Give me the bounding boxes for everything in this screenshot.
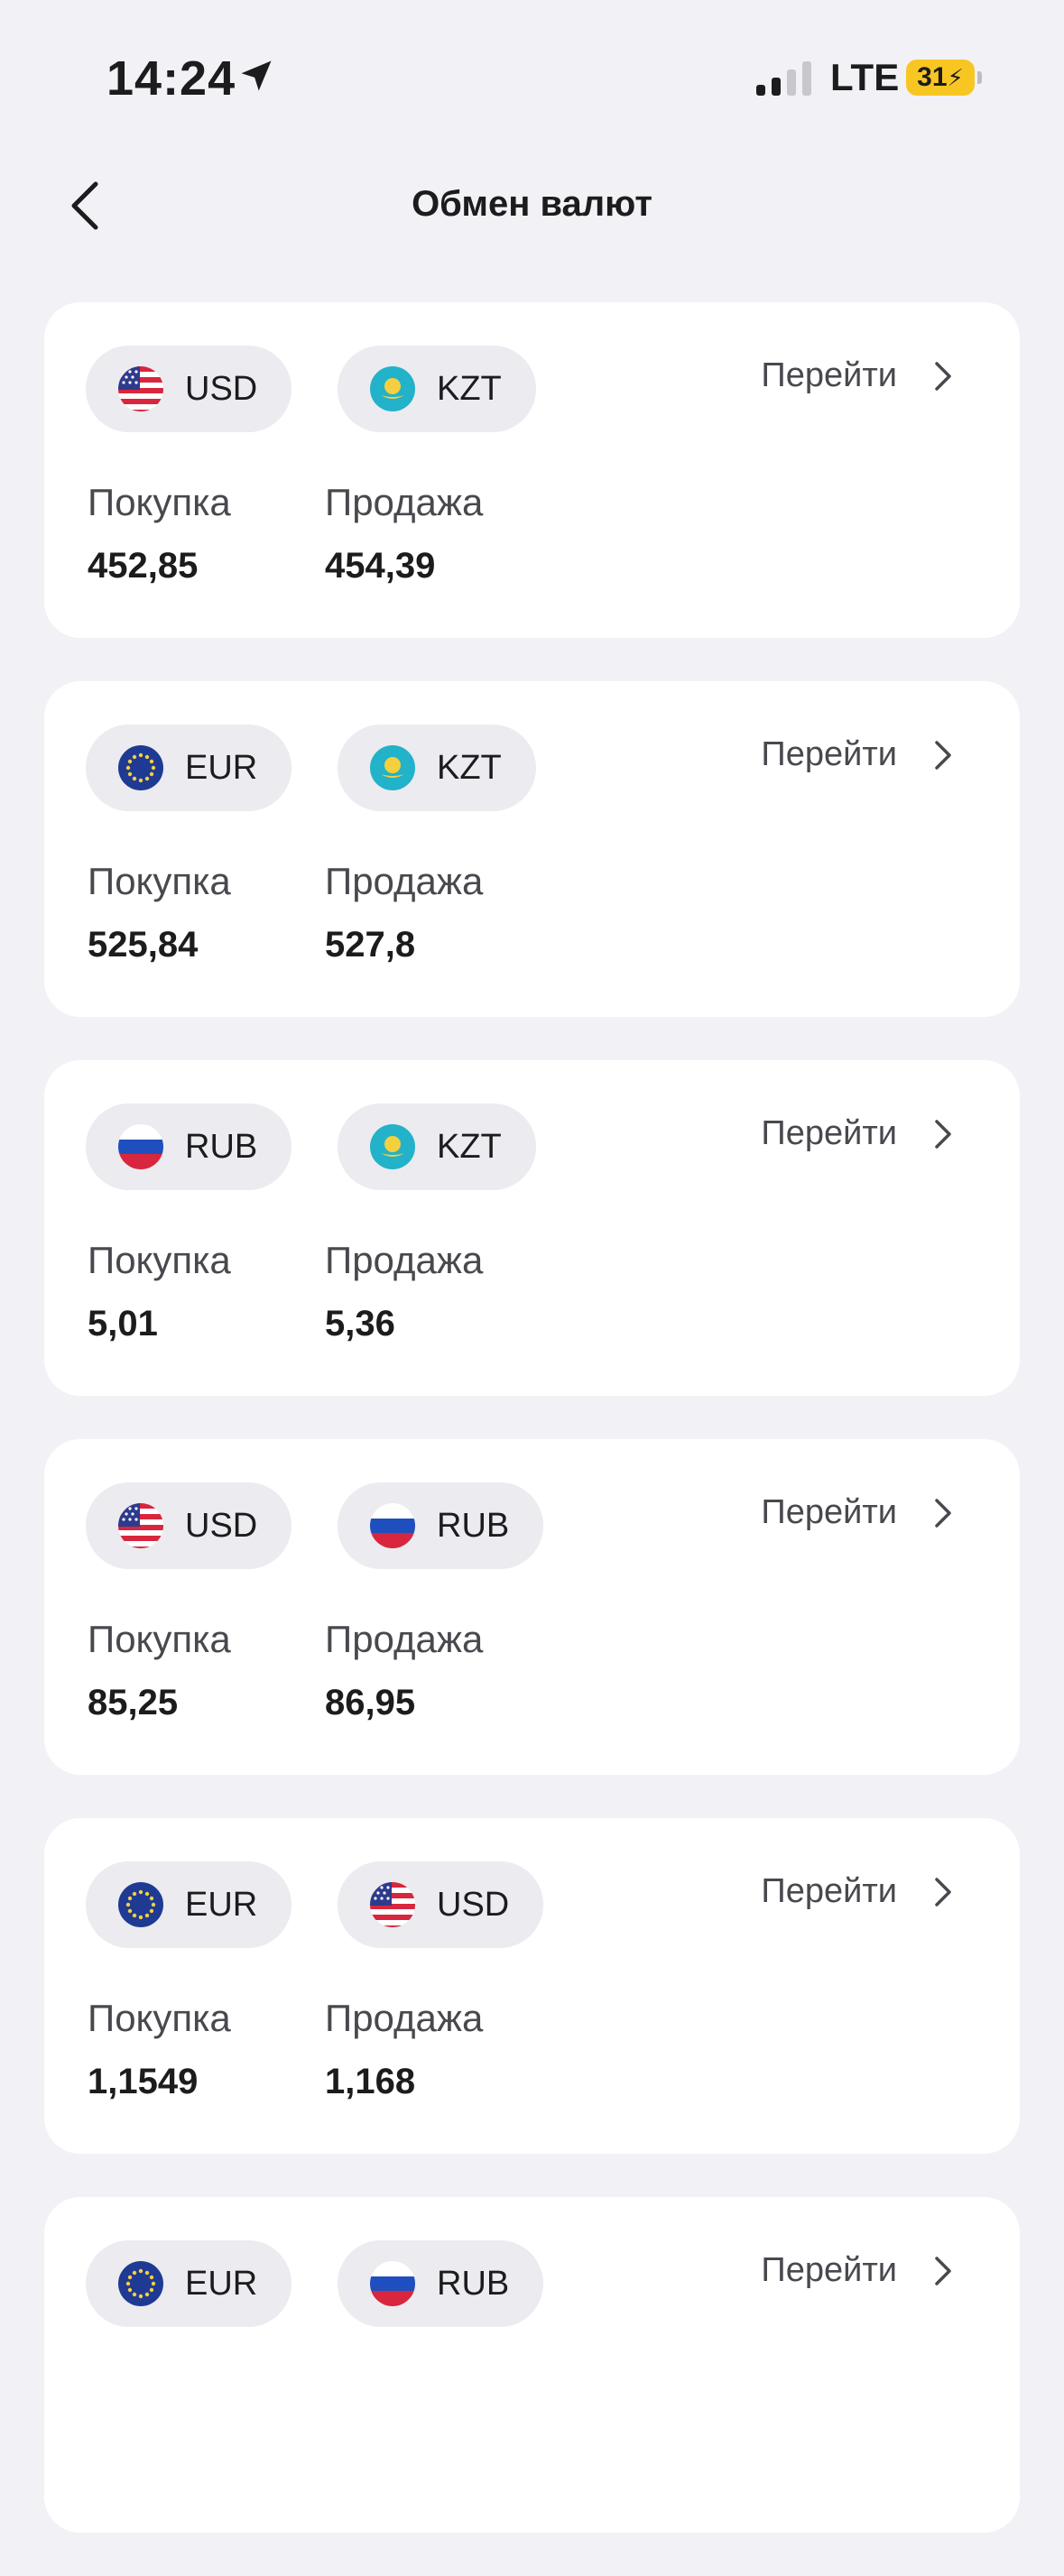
rate-card[interactable]: RUB KZT Перейти Покупка Продажа 5,01 5,3… [44, 1060, 1020, 1396]
currency-code: EUR [185, 2264, 258, 2303]
currency-code: KZT [437, 369, 502, 408]
currency-pill-to: RUB [338, 1482, 544, 1569]
goto-label: Перейти [761, 2251, 897, 2289]
rub-flag-icon [370, 1503, 415, 1548]
rates-list: USD KZT Перейти Покупка Продажа 452,85 4… [44, 302, 1020, 2576]
currency-pill-from: USD [86, 346, 292, 432]
chevron-right-icon [935, 2256, 951, 2285]
sell-label: Продажа [325, 1618, 484, 1660]
currency-code: RUB [185, 1127, 258, 1166]
currency-pill-to: KZT [338, 346, 536, 432]
currency-code: KZT [437, 1127, 502, 1166]
sell-value: 5,36 [325, 1304, 395, 1343]
chevron-right-icon [935, 740, 951, 770]
eur-flag-icon [118, 745, 163, 790]
buy-label: Покупка [88, 1239, 231, 1281]
currency-pill-from: RUB [86, 1103, 292, 1190]
goto-button[interactable]: Перейти [761, 1493, 957, 1532]
status-bar: 14:24 LTE 31 ⚡ [0, 0, 1064, 153]
currency-pill-to: KZT [338, 725, 536, 811]
eur-flag-icon [118, 2261, 163, 2306]
rub-flag-icon [118, 1124, 163, 1169]
rub-flag-icon [370, 2261, 415, 2306]
goto-label: Перейти [761, 356, 897, 394]
sell-value: 1,168 [325, 2062, 416, 2101]
usd-flag-icon [370, 1882, 415, 1927]
sell-value: 527,8 [325, 925, 416, 965]
chevron-right-icon [935, 1877, 951, 1907]
location-arrow-icon [241, 60, 272, 91]
chevron-right-icon [935, 1498, 951, 1528]
currency-pill-from: USD [86, 1482, 292, 1569]
goto-button[interactable]: Перейти [761, 356, 957, 395]
battery-level: 31 [917, 62, 948, 92]
currency-code: EUR [185, 748, 258, 787]
sell-label: Продажа [325, 1239, 484, 1281]
buy-value: 1,1549 [88, 2062, 199, 2101]
currency-code: EUR [185, 1885, 258, 1924]
nav-header: Обмен валют [0, 162, 1064, 253]
page-title: Обмен валют [412, 184, 652, 224]
usd-flag-icon [118, 366, 163, 411]
currency-code: USD [185, 369, 258, 408]
rate-card[interactable]: EUR USD Перейти Покупка Продажа 1,1549 1… [44, 1818, 1020, 2154]
buy-label: Покупка [88, 481, 231, 523]
goto-label: Перейти [761, 1493, 897, 1531]
rate-card[interactable]: EUR KZT Перейти Покупка Продажа 525,84 5… [44, 681, 1020, 1017]
sell-label: Продажа [325, 860, 484, 902]
kzt-flag-icon [370, 745, 415, 790]
currency-pill-to: USD [338, 1861, 544, 1948]
status-time: 14:24 [106, 51, 236, 106]
currency-pill-from: EUR [86, 1861, 292, 1948]
kzt-flag-icon [370, 1124, 415, 1169]
buy-value: 525,84 [88, 925, 199, 965]
goto-button[interactable]: Перейти [761, 1872, 957, 1911]
currency-code: KZT [437, 748, 502, 787]
network-label: LTE [830, 56, 900, 98]
buy-value: 85,25 [88, 1683, 179, 1722]
eur-flag-icon [118, 1882, 163, 1927]
sell-label: Продажа [325, 481, 484, 523]
battery-icon: 31 ⚡ [906, 60, 982, 96]
kzt-flag-icon [370, 366, 415, 411]
chevron-right-icon [935, 361, 951, 391]
currency-code: RUB [437, 1506, 510, 1545]
buy-value: 452,85 [88, 546, 199, 586]
buy-label: Покупка [88, 860, 231, 902]
currency-pill-to: RUB [338, 2240, 544, 2327]
buy-label: Покупка [88, 1618, 231, 1660]
buy-label: Покупка [88, 1997, 231, 2039]
currency-code: USD [185, 1506, 258, 1545]
goto-button[interactable]: Перейти [761, 2251, 957, 2290]
sell-value: 86,95 [325, 1683, 416, 1722]
currency-code: USD [437, 1885, 510, 1924]
goto-button[interactable]: Перейти [761, 1114, 957, 1153]
charging-bolt-icon: ⚡ [947, 63, 964, 91]
signal-icon [756, 61, 811, 96]
currency-pill-to: KZT [338, 1103, 536, 1190]
goto-button[interactable]: Перейти [761, 735, 957, 774]
usd-flag-icon [118, 1503, 163, 1548]
rate-card[interactable]: EUR RUB Перейти [44, 2197, 1020, 2533]
rate-card[interactable]: USD KZT Перейти Покупка Продажа 452,85 4… [44, 302, 1020, 638]
goto-label: Перейти [761, 735, 897, 773]
currency-pill-from: EUR [86, 2240, 292, 2327]
goto-label: Перейти [761, 1114, 897, 1152]
buy-value: 5,01 [88, 1304, 158, 1343]
currency-pill-from: EUR [86, 725, 292, 811]
chevron-right-icon [935, 1119, 951, 1149]
sell-value: 454,39 [325, 546, 436, 586]
goto-label: Перейти [761, 1872, 897, 1910]
currency-code: RUB [437, 2264, 510, 2303]
sell-label: Продажа [325, 1997, 484, 2039]
rate-card[interactable]: USD RUB Перейти Покупка Продажа 85,25 86… [44, 1439, 1020, 1775]
